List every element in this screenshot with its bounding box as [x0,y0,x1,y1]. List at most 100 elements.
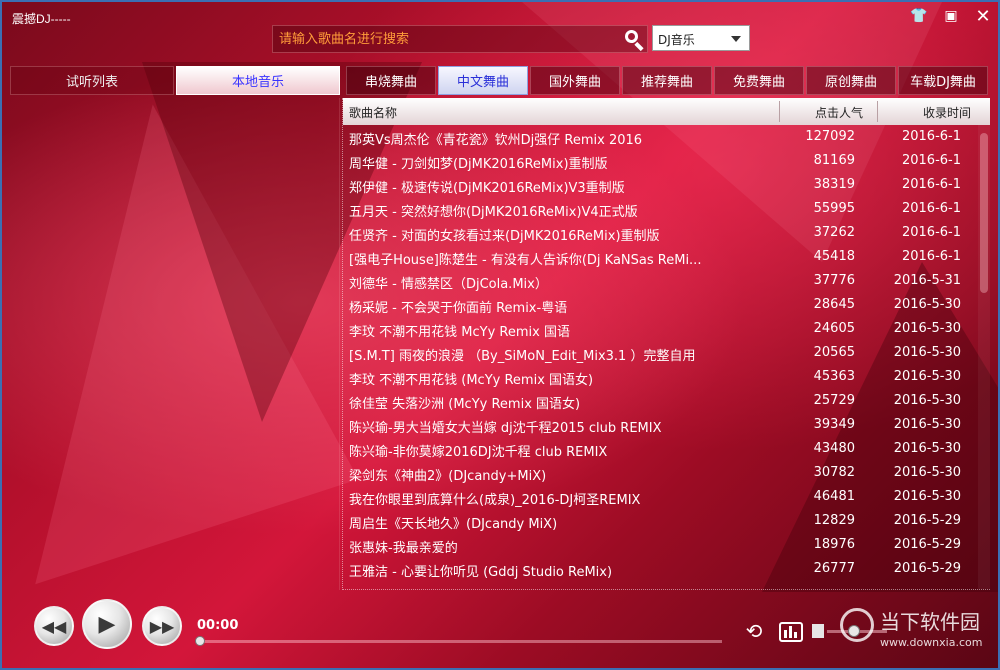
song-name: 五月天 - 突然好想你(DjMK2016ReMix)V4正式版 [349,205,638,220]
watermark-name: 当下软件园 [880,610,980,634]
tab-free-dance[interactable]: 免费舞曲 [714,66,804,95]
song-name: 任贤齐 - 对面的女孩看过来(DjMK2016ReMix)重制版 [349,229,660,244]
song-hits: 38319 [813,177,855,192]
table-row[interactable]: 王雅洁 - 心要让你听见 (Gddj Studio ReMix) 26777 201… [343,557,979,581]
equalizer-icon[interactable] [779,622,803,642]
tab-medley-dance[interactable]: 串烧舞曲 [346,66,436,95]
watermark-logo [840,608,874,642]
tab-foreign-dance[interactable]: 国外舞曲 [530,66,620,95]
next-button[interactable]: ▶▶ [142,606,182,646]
song-name: 周华健 - 刀剑如梦(DjMK2016ReMix)重制版 [349,157,608,172]
song-name: 李玟 不潮不用花钱 McYy Remix 国语 [349,325,570,340]
song-name: 杨采妮 - 不会哭于你面前 Remix-粤语 [349,301,568,316]
table-row[interactable]: 那英Vs周杰伦《青花瓷》钦州Dj强仔 Remix 2016 127092 2016-… [343,125,979,149]
song-hits: 24605 [813,321,855,336]
table-row[interactable]: 郑伊健 - 极速传说(DjMK2016ReMix)V3重制版 38319 2016-… [343,173,979,197]
table-row[interactable]: 任贤齐 - 对面的女孩看过来(DjMK2016ReMix)重制版 37262 201… [343,221,979,245]
song-name: 张惠妹-我最亲爱的 [349,541,458,556]
loop-icon[interactable]: ⟲ [739,620,769,642]
song-date: 2016-5-31 [893,273,961,288]
song-date: 2016-5-30 [893,489,961,504]
progress-track[interactable] [198,640,722,643]
source-select-value: DJ音乐 [658,33,695,47]
song-hits: 45363 [813,369,855,384]
window-controls: 👕 ▣ ✕ [902,4,998,28]
skin-icon: 👕 [910,8,928,24]
play-icon: ▶ [98,611,116,637]
table-row[interactable]: 徐佳莹 失落沙洲 (McYy Remix 国语女) 25729 2016-5-30 [343,389,979,413]
search-icon[interactable] [623,29,645,52]
song-hits: 55995 [813,201,855,216]
search-icon-ring [625,30,638,43]
minimize-button[interactable]: ▣ [936,4,966,28]
left-tab-bar: 试听列表 本地音乐 [10,66,340,96]
song-date: 2016-5-30 [893,465,961,480]
song-date: 2016-5-30 [893,441,961,456]
song-name: 陈兴瑜-非你莫嫁2016DJ沈千程 club REMIX [349,445,608,460]
tab-car-dj-dance[interactable]: 车载DJ舞曲 [898,66,988,95]
table-row[interactable]: 张惠妹-我最亲爱的 18976 2016-5-29 [343,533,979,557]
song-hits: 37776 [813,273,855,288]
table-row[interactable]: [强电子House]陈楚生 - 有没有人告诉你(Dj KaNSas ReMi..… [343,245,979,269]
tab-original-dance[interactable]: 原创舞曲 [806,66,896,95]
song-date: 2016-5-29 [893,513,961,528]
song-name: 李玟 不潮不用花钱 (McYy Remix 国语女) [349,373,594,388]
table-row[interactable]: 五月天 - 突然好想你(DjMK2016ReMix)V4正式版 55995 2016… [343,197,979,221]
song-rows: 那英Vs周杰伦《青花瓷》钦州Dj强仔 Remix 2016 127092 2016-… [343,125,979,581]
column-header-name[interactable]: 歌曲名称 [349,104,397,121]
tab-preview-list[interactable]: 试听列表 [10,66,174,95]
song-name: 我在你眼里到底算什么(成泉)_2016-DJ柯圣REMIX [349,493,641,508]
tab-local-music[interactable]: 本地音乐 [176,66,340,95]
table-row[interactable]: 刘德华 - 情感禁区（DjCola.Mix） 37776 2016-5-31 [343,269,979,293]
song-date: 2016-6-1 [901,249,961,264]
table-row[interactable]: 梁剑东《神曲2》(DJcandy+MiX) 30782 2016-5-30 [343,461,979,485]
vertical-scrollbar[interactable] [978,125,990,589]
volume-icon[interactable] [812,624,824,638]
song-date: 2016-5-30 [893,369,961,384]
previous-icon: ◀◀ [41,616,67,636]
equalizer-bar [789,626,792,638]
song-hits: 43480 [813,441,855,456]
table-row[interactable]: [S.M.T] 雨夜的浪漫 （By_SiMoN_Edit_Mix3.1 ）完整自… [343,341,979,365]
table-row[interactable]: 陈兴瑜-男大当婚女大当嫁 dj沈千程2015 club REMIX 39349 20… [343,413,979,437]
table-row[interactable]: 周启生《天长地久》(DJcandy MiX) 12829 2016-5-29 [343,509,979,533]
song-date: 2016-6-1 [901,177,961,192]
song-name: 陈兴瑜-男大当婚女大当嫁 dj沈千程2015 club REMIX [349,421,662,436]
song-hits: 46481 [813,489,855,504]
progress-knob[interactable] [195,636,205,646]
song-date: 2016-6-1 [901,201,961,216]
watermark: 当下软件园 www.downxia.com [840,604,990,664]
table-row[interactable]: 杨采妮 - 不会哭于你面前 Remix-粤语 28645 2016-5-30 [343,293,979,317]
song-hits: 30782 [813,465,855,480]
song-name: [S.M.T] 雨夜的浪漫 （By_SiMoN_Edit_Mix3.1 ）完整自… [349,349,696,364]
song-hits: 12829 [813,513,855,528]
previous-button[interactable]: ◀◀ [34,606,74,646]
playback-time: 00:00 [197,618,239,633]
play-button[interactable]: ▶ [82,599,132,649]
close-button[interactable]: ✕ [968,4,998,28]
column-header-date[interactable]: 收录时间 [877,104,990,121]
table-row[interactable]: 我在你眼里到底算什么(成泉)_2016-DJ柯圣REMIX 46481 2016-5… [343,485,979,509]
equalizer-bar [794,632,797,638]
scrollbar-thumb[interactable] [980,133,988,293]
tab-chinese-dance[interactable]: 中文舞曲 [438,66,528,95]
app-window: 震撼DJ----- 👕 ▣ ✕ DJ音乐 试听列表 本地音乐 串烧舞曲 中文舞曲… [0,0,1000,670]
table-row[interactable]: 李玟 不潮不用花钱 (McYy Remix 国语女) 45363 2016-5-30 [343,365,979,389]
song-date: 2016-6-1 [901,129,961,144]
song-date: 2016-5-30 [893,297,961,312]
song-hits: 127092 [805,129,855,144]
song-date: 2016-5-30 [893,345,961,360]
song-name: 梁剑东《神曲2》(DJcandy+MiX) [349,469,547,484]
minimize-icon: ▣ [944,8,958,24]
source-select[interactable]: DJ音乐 [652,25,750,51]
table-row[interactable]: 李玟 不潮不用花钱 McYy Remix 国语 24605 2016-5-30 [343,317,979,341]
song-hits: 18976 [813,537,855,552]
song-date: 2016-5-30 [893,321,961,336]
tab-recommended-dance[interactable]: 推荐舞曲 [622,66,712,95]
table-row[interactable]: 周华健 - 刀剑如梦(DjMK2016ReMix)重制版 81169 2016-6-… [343,149,979,173]
skin-button[interactable]: 👕 [904,4,934,28]
search-input[interactable] [273,26,613,52]
table-row[interactable]: 陈兴瑜-非你莫嫁2016DJ沈千程 club REMIX 43480 2016-5-… [343,437,979,461]
song-date: 2016-5-29 [893,561,961,576]
close-icon: ✕ [975,5,991,27]
